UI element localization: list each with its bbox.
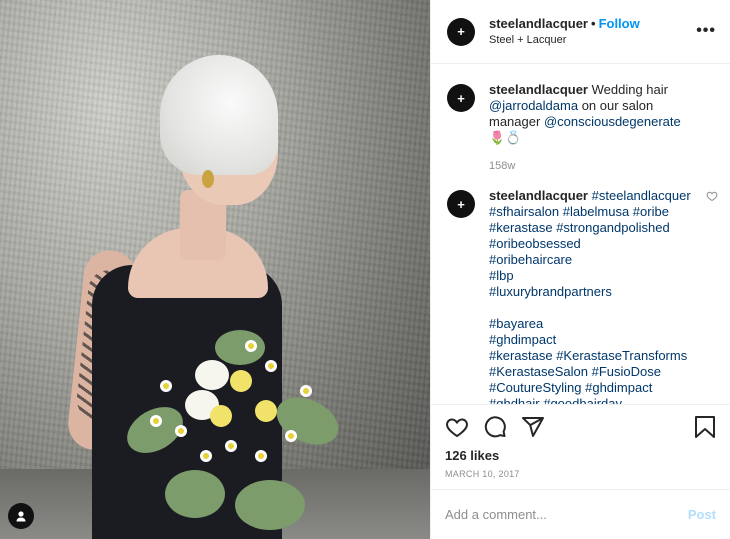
comment-avatar[interactable]: + bbox=[447, 190, 475, 218]
daisy bbox=[265, 360, 277, 372]
comments-list[interactable]: + steelandlacquer Wedding hair @jarrodal… bbox=[431, 64, 730, 404]
yellow-flower bbox=[255, 400, 277, 422]
brand-logo-icon: + bbox=[457, 24, 465, 39]
daisy bbox=[150, 415, 162, 427]
comment-username[interactable]: steelandlacquer bbox=[489, 188, 588, 203]
daisy bbox=[200, 450, 212, 462]
mention-link[interactable]: @jarrodaldama bbox=[489, 98, 578, 113]
header-username[interactable]: steelandlacquer bbox=[489, 16, 588, 31]
separator-dot: • bbox=[591, 15, 596, 31]
post-comment-button[interactable]: Post bbox=[688, 507, 716, 522]
hashtag-line[interactable]: #oribehaircare bbox=[489, 252, 699, 268]
earring bbox=[202, 170, 214, 188]
daisy bbox=[255, 450, 267, 462]
white-rose bbox=[195, 360, 229, 390]
leaf bbox=[165, 470, 225, 518]
daisy bbox=[285, 430, 297, 442]
hashtag-line[interactable]: #lbp bbox=[489, 268, 699, 284]
hashtag-line[interactable]: #bayarea bbox=[489, 316, 699, 332]
caption-avatar[interactable]: + bbox=[447, 84, 475, 112]
caption-body: steelandlacquer Wedding hair @jarrodalda… bbox=[489, 82, 699, 174]
hashtag-line[interactable]: #ghdhair #goodhairday bbox=[489, 396, 699, 404]
brand-logo-icon: + bbox=[457, 196, 465, 212]
caption-emoji: 🌷💍 bbox=[489, 130, 522, 145]
bookmark-icon[interactable] bbox=[694, 415, 716, 439]
comment-icon[interactable] bbox=[483, 415, 507, 439]
post-date[interactable]: MARCH 10, 2017 bbox=[431, 463, 730, 479]
action-bar bbox=[431, 404, 730, 448]
caption-text: Wedding hair bbox=[591, 82, 668, 97]
share-icon[interactable] bbox=[521, 415, 545, 439]
user-tag-icon[interactable] bbox=[8, 503, 34, 529]
hashtag-line[interactable]: #oribeobsessed bbox=[489, 236, 699, 252]
post-photo[interactable] bbox=[0, 0, 430, 539]
bouquet bbox=[119, 330, 346, 530]
hashtag-line[interactable]: #sfhairsalon #labelmusa #oribe bbox=[489, 204, 699, 220]
caption-age[interactable]: 158w bbox=[489, 158, 699, 174]
add-comment-bar: Post bbox=[431, 489, 730, 539]
more-options-icon[interactable]: ••• bbox=[696, 22, 716, 40]
leaf bbox=[215, 330, 265, 365]
hashtag-line[interactable]: #luxurybrandpartners bbox=[489, 284, 699, 300]
daisy bbox=[245, 340, 257, 352]
post-header: + steelandlacquer • Follow Steel + Lacquer… bbox=[431, 0, 730, 64]
daisy bbox=[160, 380, 172, 392]
follow-button[interactable]: Follow bbox=[599, 16, 640, 31]
comment-like-icon[interactable] bbox=[706, 190, 718, 205]
profile-avatar[interactable]: + bbox=[447, 17, 475, 46]
daisy bbox=[225, 440, 237, 452]
caption-username[interactable]: steelandlacquer bbox=[489, 82, 588, 97]
hashtag-line[interactable]: #ghdimpact bbox=[489, 332, 699, 348]
leaf bbox=[235, 480, 305, 530]
header-names: steelandlacquer • Follow Steel + Lacquer bbox=[489, 16, 640, 48]
comment-body: steelandlacquer #steelandlacquer #sfhair… bbox=[489, 188, 699, 404]
platinum-hair bbox=[160, 55, 278, 175]
heart-icon[interactable] bbox=[445, 415, 469, 439]
post-modal: + steelandlacquer • Follow Steel + Lacquer… bbox=[0, 0, 730, 539]
daisy bbox=[175, 425, 187, 437]
post-side-panel: + steelandlacquer • Follow Steel + Lacquer… bbox=[430, 0, 730, 539]
hashtag-line[interactable]: #kerastase #KerastaseTransforms bbox=[489, 348, 699, 364]
header-location[interactable]: Steel + Lacquer bbox=[489, 32, 640, 48]
likes-count[interactable]: 126 likes bbox=[431, 448, 730, 463]
yellow-flower bbox=[210, 405, 232, 427]
hashtag-line[interactable]: #KerastaseSalon #FusioDose bbox=[489, 364, 699, 380]
hashtag-comment: + steelandlacquer #steelandlacquer #sfha… bbox=[447, 188, 718, 404]
yellow-flower bbox=[230, 370, 252, 392]
daisy bbox=[300, 385, 312, 397]
leaf bbox=[269, 388, 346, 454]
caption-comment: + steelandlacquer Wedding hair @jarrodal… bbox=[447, 82, 714, 174]
hashtag-line[interactable]: #CoutureStyling #ghdimpact bbox=[489, 380, 699, 396]
mention-link[interactable]: @consciousdegenerate bbox=[544, 114, 681, 129]
hashtag-line[interactable]: #steelandlacquer bbox=[592, 188, 691, 203]
hashtag-line[interactable]: #kerastase #strongandpolished bbox=[489, 220, 699, 236]
comment-input[interactable] bbox=[445, 507, 688, 522]
brand-logo-icon: + bbox=[457, 90, 465, 106]
